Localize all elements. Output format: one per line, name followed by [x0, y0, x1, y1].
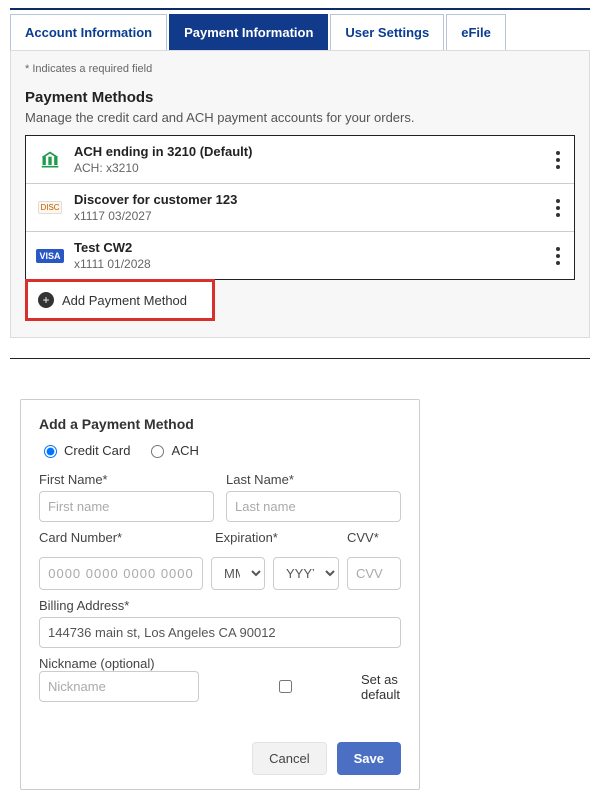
row-menu-icon[interactable]	[552, 147, 564, 173]
tab-payment-information[interactable]: Payment Information	[169, 14, 328, 50]
divider	[10, 358, 590, 359]
payment-method-sub: x1117 03/2027	[74, 209, 552, 223]
modal-title: Add a Payment Method	[39, 416, 401, 432]
main-tabs: Account Information Payment Information …	[10, 14, 590, 50]
payment-method-title: Test CW2	[74, 240, 552, 255]
payment-method-sub: ACH: x3210	[74, 161, 552, 175]
last-name-label: Last Name*	[226, 472, 401, 487]
radio-credit-card-input[interactable]	[44, 445, 57, 458]
add-payment-modal: Add a Payment Method Credit Card ACH Fir…	[20, 399, 420, 790]
payment-method-row: DISC Discover for customer 123 x1117 03/…	[26, 184, 574, 232]
set-default-checkbox-input[interactable]	[219, 680, 352, 693]
section-subtitle: Manage the credit card and ACH payment a…	[25, 110, 575, 125]
required-field-note: * Indicates a required field	[25, 63, 575, 75]
nickname-label: Nickname (optional)	[39, 656, 155, 671]
expiration-month-select[interactable]: MM	[211, 557, 265, 590]
payment-method-sub: x1111 01/2028	[74, 257, 552, 271]
payment-methods-list: ACH ending in 3210 (Default) ACH: x3210 …	[25, 135, 575, 280]
radio-ach-label: ACH	[171, 443, 198, 458]
add-payment-method-label: Add Payment Method	[62, 293, 187, 308]
tab-account-information[interactable]: Account Information	[10, 14, 167, 50]
visa-icon: VISA	[36, 246, 64, 266]
tab-user-settings[interactable]: User Settings	[330, 14, 444, 50]
cvv-label: CVV*	[347, 530, 401, 545]
nickname-field[interactable]	[39, 671, 199, 702]
card-number-label: Card Number*	[39, 530, 203, 545]
card-number-field[interactable]	[39, 557, 203, 590]
last-name-field[interactable]	[226, 491, 401, 522]
row-menu-icon[interactable]	[552, 195, 564, 221]
radio-credit-card[interactable]: Credit Card	[39, 442, 130, 458]
payment-method-title: ACH ending in 3210 (Default)	[74, 144, 552, 159]
radio-ach-input[interactable]	[151, 445, 164, 458]
payment-method-row: VISA Test CW2 x1111 01/2028	[26, 232, 574, 279]
set-default-checkbox[interactable]: Set as default	[215, 672, 427, 702]
billing-address-label: Billing Address*	[39, 598, 401, 613]
expiration-year-select[interactable]: YYYY	[273, 557, 339, 590]
add-payment-method-button[interactable]: + Add Payment Method	[25, 279, 215, 321]
expiration-label: Expiration*	[215, 530, 335, 545]
bank-icon	[36, 150, 64, 170]
tab-efile[interactable]: eFile	[446, 14, 506, 50]
save-button[interactable]: Save	[337, 742, 401, 775]
first-name-label: First Name*	[39, 472, 214, 487]
first-name-field[interactable]	[39, 491, 214, 522]
cvv-field[interactable]	[347, 557, 401, 590]
payment-method-row: ACH ending in 3210 (Default) ACH: x3210	[26, 136, 574, 184]
discover-icon: DISC	[36, 198, 64, 218]
radio-ach[interactable]: ACH	[146, 442, 198, 458]
radio-credit-card-label: Credit Card	[64, 443, 130, 458]
row-menu-icon[interactable]	[552, 243, 564, 269]
billing-address-field[interactable]	[39, 617, 401, 648]
section-title: Payment Methods	[25, 89, 575, 106]
plus-icon: +	[38, 292, 54, 308]
set-default-label: Set as default	[361, 672, 427, 702]
payment-method-title: Discover for customer 123	[74, 192, 552, 207]
cancel-button[interactable]: Cancel	[252, 742, 326, 775]
